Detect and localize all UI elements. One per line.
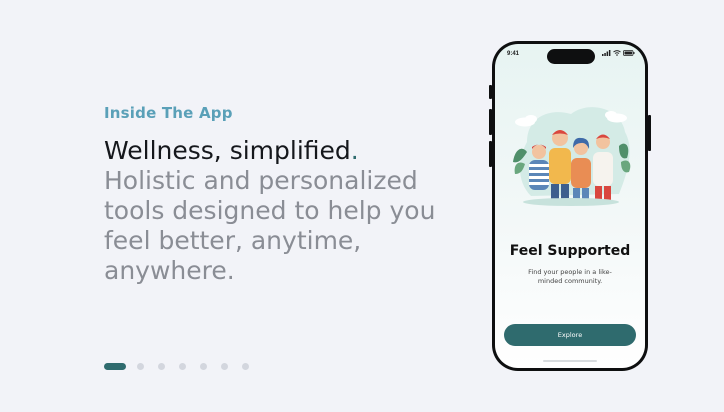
community-illustration: [513, 107, 631, 206]
pagination-dot-active[interactable]: [104, 363, 126, 370]
signal-icon: [602, 50, 611, 56]
status-icons: [602, 50, 635, 56]
home-indicator: [543, 360, 597, 362]
carousel-pagination: [104, 363, 263, 370]
phone-power-button: [648, 115, 651, 151]
screen-subtitle: Find your people in a like-minded commun…: [528, 268, 612, 285]
status-time: 9:41: [507, 51, 520, 57]
explore-button[interactable]: Explore: [504, 324, 636, 346]
screen-title: Feel Supported: [509, 243, 631, 259]
dynamic-island: [547, 49, 595, 64]
pagination-dot[interactable]: [242, 363, 249, 370]
pagination-dot[interactable]: [179, 363, 186, 370]
pagination-dot[interactable]: [200, 363, 207, 370]
pagination-dot[interactable]: [158, 363, 165, 370]
battery-icon: [623, 50, 635, 56]
wifi-icon: [613, 50, 621, 56]
phone-mockup: 9:41 Feel Supported Find your people in …: [489, 41, 651, 371]
phone-volume-up-button: [489, 109, 492, 135]
pagination-dot[interactable]: [221, 363, 228, 370]
phone-action-button: [489, 85, 492, 99]
headline-dot: .: [350, 136, 359, 165]
phone-screen: 9:41 Feel Supported Find your people in …: [495, 44, 645, 368]
headline-strong: Wellness, simplified: [104, 136, 351, 165]
feature-text-block: Inside The App Wellness, simplified. Hol…: [104, 104, 444, 286]
section-eyebrow: Inside The App: [104, 104, 233, 122]
headline-description: Holistic and personalized tools designed…: [104, 166, 436, 285]
pagination-dot[interactable]: [137, 363, 144, 370]
phone-volume-down-button: [489, 141, 492, 167]
section-headline: Wellness, simplified. Holistic and perso…: [104, 136, 444, 286]
